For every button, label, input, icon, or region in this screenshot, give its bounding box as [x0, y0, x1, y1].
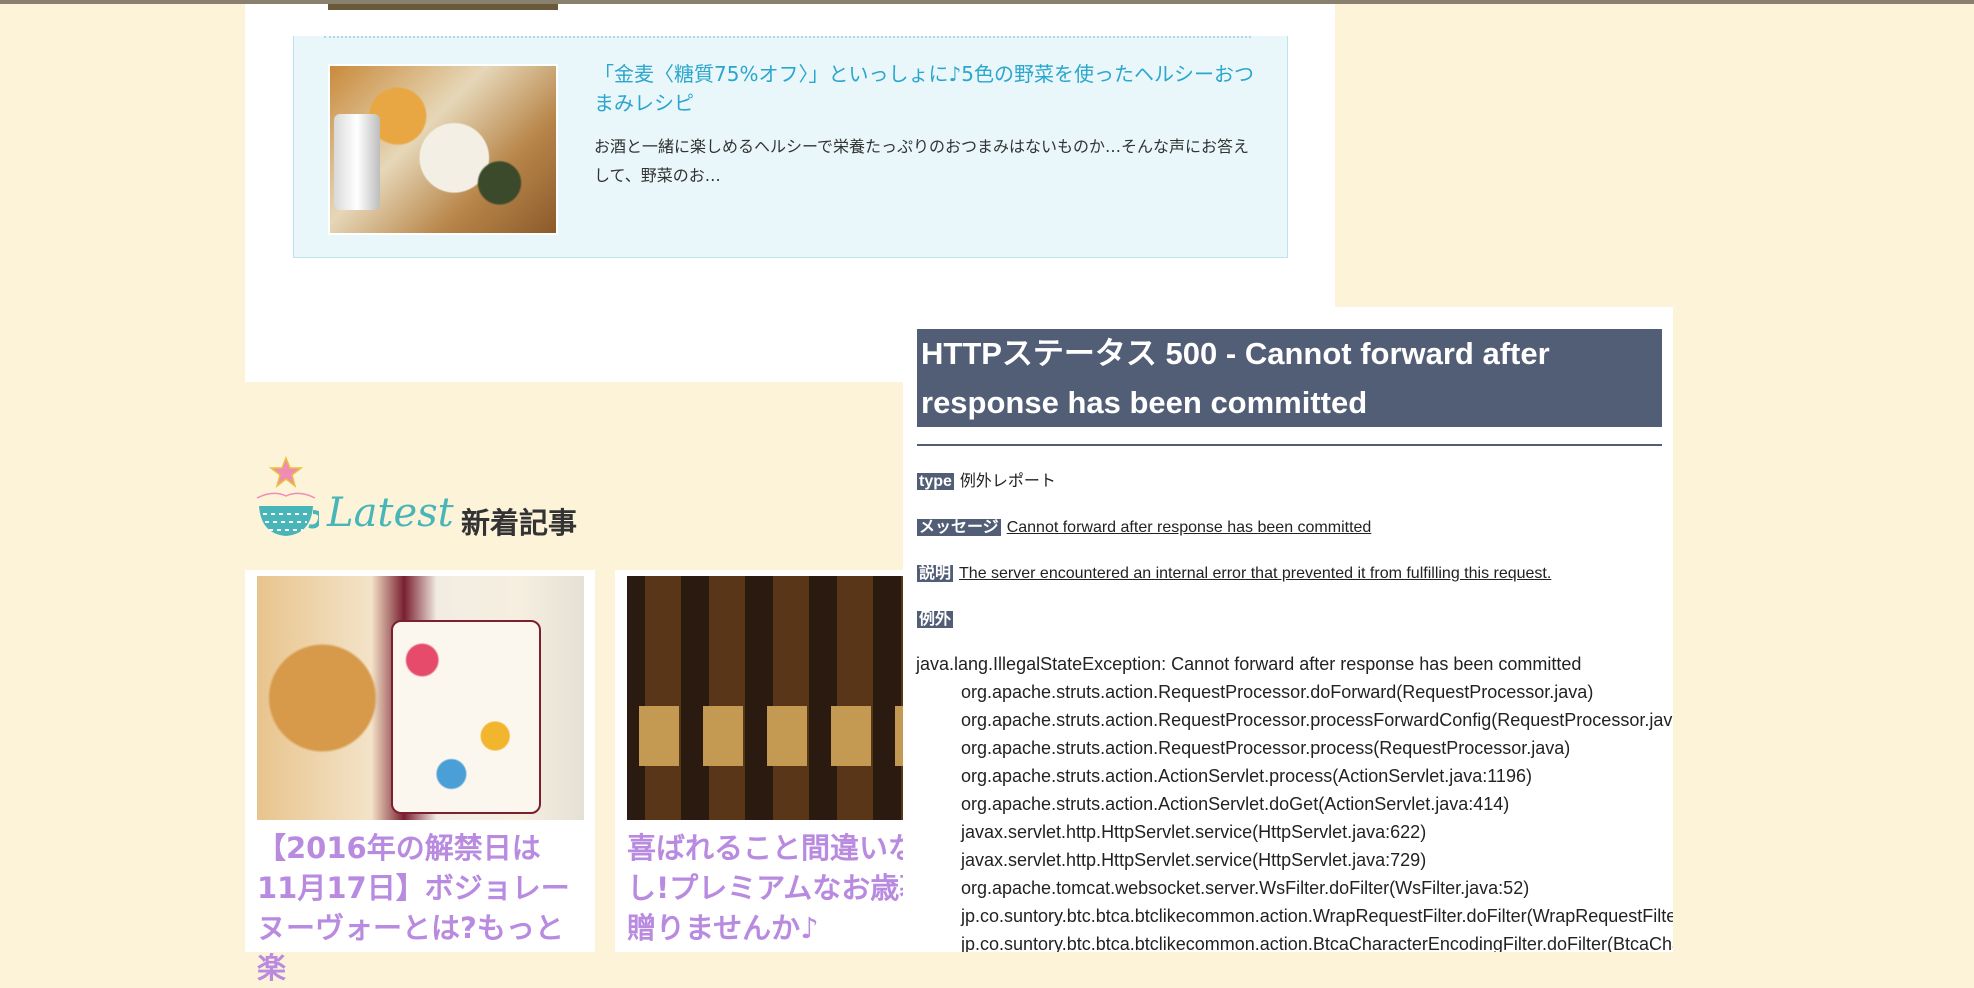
latest-script-label: Latest	[327, 490, 454, 536]
error-type-value: 例外レポート	[959, 473, 1056, 490]
stack-trace-line: org.apache.tomcat.websocket.server.WsFil…	[961, 878, 1530, 898]
stack-trace-line: org.apache.struts.action.ActionServlet.d…	[961, 794, 1510, 814]
error-divider	[917, 444, 1662, 446]
article-title-line: し!プレミアムなお歳暮	[627, 871, 929, 905]
article-card[interactable]: 【2016年の解禁日は 11月17日】ボジョレー ヌーヴォーとは?もっと楽	[245, 570, 595, 985]
error-message-value: Cannot forward after response has been c…	[1006, 519, 1372, 536]
article-card[interactable]: 喜ばれること間違いな し!プレミアムなお歳暮 贈りませんか♪	[615, 570, 928, 952]
error-description-value: The server encountered an internal error…	[959, 565, 1552, 582]
article-title-line: ヌーヴォーとは?もっと楽	[257, 911, 564, 985]
recommended-article-title[interactable]: 「金麦〈糖質75%オフ〉」といっしょに♪5色の野菜を使ったヘルシーおつまみレシピ	[594, 60, 1254, 118]
article-thumbnail[interactable]	[257, 576, 584, 820]
error-type-label: type	[917, 473, 954, 490]
stack-trace-line: jp.co.suntory.btc.btca.btclikecommon.act…	[961, 906, 1673, 926]
dotted-divider	[324, 36, 1251, 38]
article-title[interactable]: 喜ばれること間違いな し!プレミアムなお歳暮 贈りませんか♪	[627, 828, 929, 948]
recommended-article-thumbnail[interactable]	[328, 64, 558, 235]
error-title: HTTPステータス 500 - Cannot forward after res…	[917, 329, 1662, 427]
stack-trace-line: javax.servlet.http.HttpServlet.service(H…	[961, 850, 1427, 870]
article-title-line: 喜ばれること間違いな	[627, 831, 918, 865]
latest-section-heading: 新着記事	[461, 506, 578, 540]
stack-trace-line: java.lang.IllegalStateException: Cannot …	[916, 654, 1582, 674]
error-exception-label: 例外	[917, 611, 954, 628]
error-message-label: メッセージ	[917, 519, 1001, 536]
article-title-line: 【2016年の解禁日は	[257, 831, 541, 865]
stack-trace-line: org.apache.struts.action.RequestProcesso…	[961, 710, 1673, 730]
http-500-error-page: HTTPステータス 500 - Cannot forward after res…	[903, 307, 1673, 952]
article-title[interactable]: 【2016年の解禁日は 11月17日】ボジョレー ヌーヴォーとは?もっと楽	[257, 828, 587, 988]
previous-article-thumbnail[interactable]	[328, 4, 558, 10]
stack-trace-line: javax.servlet.http.HttpServlet.service(H…	[961, 822, 1427, 842]
error-description-row: 説明 The server encountered an internal err…	[917, 559, 1551, 583]
error-type-row: type 例外レポート	[917, 467, 1056, 491]
stack-trace-line: org.apache.struts.action.RequestProcesso…	[961, 682, 1594, 702]
error-description-label: 説明	[917, 565, 954, 582]
error-exception-row: 例外	[917, 605, 959, 629]
article-title-line: 贈りませんか♪	[627, 911, 819, 945]
article-thumbnail[interactable]	[627, 576, 905, 820]
stack-trace-line: org.apache.struts.action.RequestProcesso…	[961, 738, 1571, 758]
stack-trace-line: org.apache.struts.action.ActionServlet.p…	[961, 766, 1532, 786]
recommended-article-description: お酒と一緒に楽しめるヘルシーで栄養たっぷりのおつまみはないものか…そんな声にお答…	[594, 137, 1250, 185]
article-title-line: 11月17日】ボジョレー	[257, 871, 570, 905]
stack-trace: java.lang.IllegalStateException: Cannot …	[916, 650, 1673, 952]
stack-trace-line: jp.co.suntory.btc.btca.btclikecommon.act…	[961, 934, 1673, 952]
teacup-icon	[256, 455, 319, 536]
wine-bottle-image	[391, 620, 541, 814]
beer-can-image	[334, 114, 380, 210]
error-message-row: メッセージ Cannot forward after response has b…	[917, 513, 1371, 537]
